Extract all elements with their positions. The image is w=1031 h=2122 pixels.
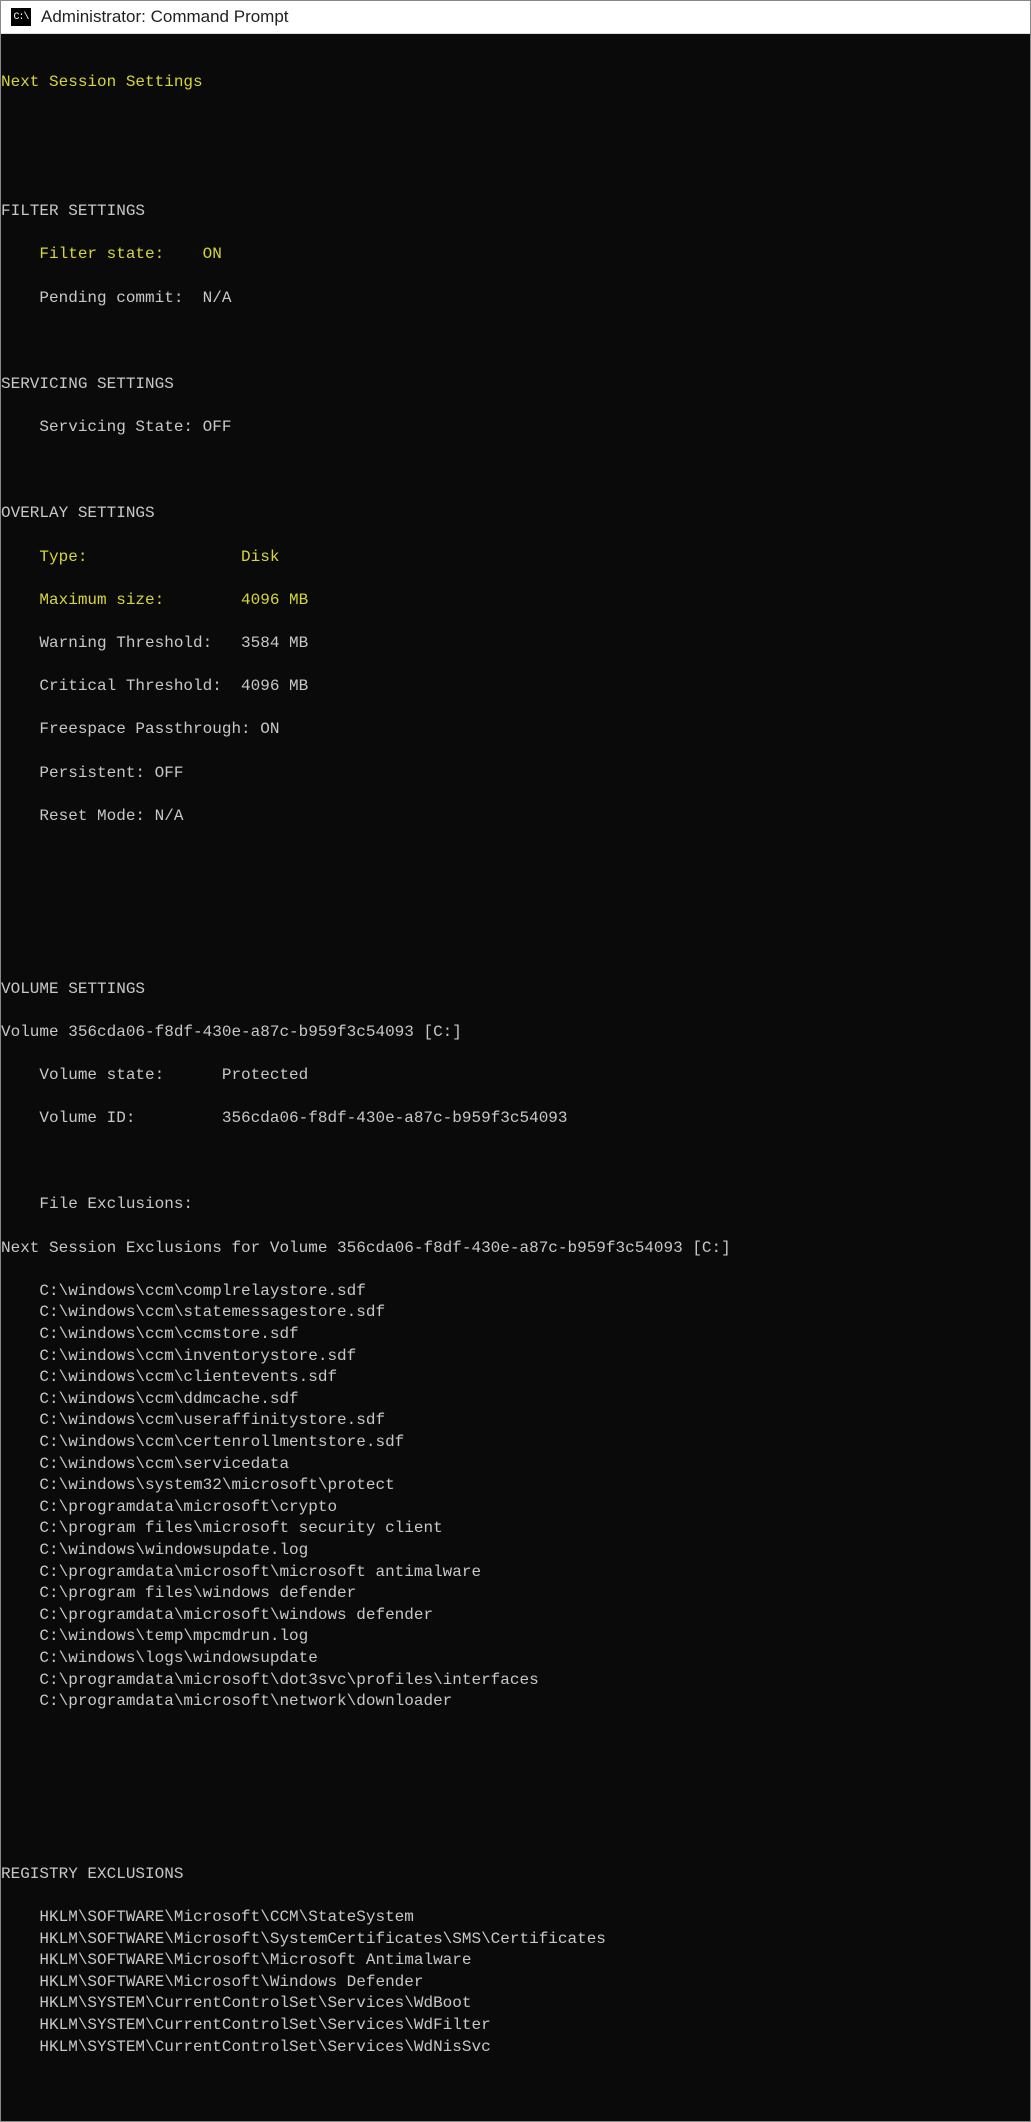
overlay-reset-label: Reset Mode: (39, 807, 145, 825)
filter-state-label: Filter state: (39, 245, 164, 263)
file-exclusion-item: C:\program files\microsoft security clie… (1, 1518, 1030, 1540)
overlay-crit-label: Critical Threshold: (39, 677, 221, 695)
file-exclusion-item: C:\windows\ccm\ccmstore.sdf (1, 1324, 1030, 1346)
file-exclusion-item: C:\windows\ccm\clientevents.sdf (1, 1367, 1030, 1389)
filter-state-value: ON (203, 245, 222, 263)
file-exclusion-item: C:\programdata\microsoft\windows defende… (1, 1605, 1030, 1627)
volume-state-value: Protected (222, 1066, 308, 1084)
file-exclusion-item: C:\windows\system32\microsoft\protect (1, 1475, 1030, 1497)
file-exclusion-item: C:\program files\windows defender (1, 1583, 1030, 1605)
file-exclusion-item: C:\windows\ccm\certenrollmentstore.sdf (1, 1432, 1030, 1454)
overlay-heading: OVERLAY SETTINGS (1, 503, 1030, 525)
overlay-reset-value: N/A (155, 807, 184, 825)
file-exclusion-item: C:\windows\windowsupdate.log (1, 1540, 1030, 1562)
overlay-maxsize-label: Maximum size: (39, 591, 164, 609)
file-exclusion-item: C:\windows\ccm\ddmcache.sdf (1, 1389, 1030, 1411)
registry-exclusion-item: HKLM\SOFTWARE\Microsoft\CCM\StateSystem (1, 1907, 1030, 1929)
registry-exclusion-item: HKLM\SYSTEM\CurrentControlSet\Services\W… (1, 2037, 1030, 2059)
registry-exclusion-item: HKLM\SOFTWARE\Microsoft\Microsoft Antima… (1, 1950, 1030, 1972)
volume-id-label: Volume ID: (39, 1109, 135, 1127)
volume-id-value: 356cda06-f8df-430e-a87c-b959f3c54093 (222, 1109, 568, 1127)
overlay-freespace-label: Freespace Passthrough: (39, 720, 250, 738)
file-exclusion-item: C:\windows\ccm\complrelaystore.sdf (1, 1281, 1030, 1303)
overlay-warn-value: 3584 MB (241, 634, 308, 652)
file-exclusion-item: C:\windows\temp\mpcmdrun.log (1, 1626, 1030, 1648)
registry-exclusion-item: HKLM\SYSTEM\CurrentControlSet\Services\W… (1, 1993, 1030, 2015)
registry-heading: REGISTRY EXCLUSIONS (1, 1864, 1030, 1886)
cmd-icon: C:\ (11, 8, 31, 26)
registry-exclusion-item: HKLM\SOFTWARE\Microsoft\SystemCertificat… (1, 1929, 1030, 1951)
file-exclusion-list: C:\windows\ccm\complrelaystore.sdf C:\wi… (1, 1281, 1030, 1713)
registry-exclusion-list: HKLM\SOFTWARE\Microsoft\CCM\StateSystem … (1, 1907, 1030, 2058)
file-exclusion-item: C:\programdata\microsoft\network\downloa… (1, 1691, 1030, 1713)
overlay-type-value: Disk (241, 548, 279, 566)
overlay-persistent-value: OFF (155, 764, 184, 782)
overlay-persistent-label: Persistent: (39, 764, 145, 782)
next-session-exclusions: Next Session Exclusions for Volume 356cd… (1, 1238, 1030, 1260)
overlay-freespace-value: ON (260, 720, 279, 738)
titlebar[interactable]: C:\ Administrator: Command Prompt (1, 1, 1030, 34)
registry-exclusion-item: HKLM\SYSTEM\CurrentControlSet\Services\W… (1, 2015, 1030, 2037)
command-prompt-window: C:\ Administrator: Command Prompt Next S… (0, 0, 1031, 2122)
overlay-crit-value: 4096 MB (241, 677, 308, 695)
servicing-state-label: Servicing State: (39, 418, 193, 436)
overlay-warn-label: Warning Threshold: (39, 634, 212, 652)
pending-commit-label: Pending commit: (39, 289, 183, 307)
file-exclusion-item: C:\windows\ccm\statemessagestore.sdf (1, 1302, 1030, 1324)
registry-exclusion-item: HKLM\SOFTWARE\Microsoft\Windows Defender (1, 1972, 1030, 1994)
overlay-maxsize-value: 4096 MB (241, 591, 308, 609)
volume-line: Volume 356cda06-f8df-430e-a87c-b959f3c54… (1, 1022, 1030, 1044)
session-header: Next Session Settings (1, 73, 203, 91)
overlay-type-label: Type: (39, 548, 87, 566)
pending-commit-value: N/A (203, 289, 232, 307)
file-exclusion-item: C:\windows\ccm\inventorystore.sdf (1, 1346, 1030, 1368)
servicing-state-value: OFF (203, 418, 232, 436)
file-exclusion-item: C:\programdata\microsoft\crypto (1, 1497, 1030, 1519)
file-exclusions-label: File Exclusions: (39, 1195, 193, 1213)
volume-state-label: Volume state: (39, 1066, 164, 1084)
filter-heading: FILTER SETTINGS (1, 201, 1030, 223)
window-title: Administrator: Command Prompt (41, 7, 289, 27)
file-exclusion-item: C:\windows\logs\windowsupdate (1, 1648, 1030, 1670)
file-exclusion-item: C:\programdata\microsoft\microsoft antim… (1, 1562, 1030, 1584)
file-exclusion-item: C:\windows\ccm\useraffinitystore.sdf (1, 1410, 1030, 1432)
file-exclusion-item: C:\programdata\microsoft\dot3svc\profile… (1, 1670, 1030, 1692)
servicing-heading: SERVICING SETTINGS (1, 374, 1030, 396)
volume-heading: VOLUME SETTINGS (1, 979, 1030, 1001)
terminal-output[interactable]: Next Session Settings FILTER SETTINGS Fi… (1, 34, 1030, 2121)
file-exclusion-item: C:\windows\ccm\servicedata (1, 1454, 1030, 1476)
